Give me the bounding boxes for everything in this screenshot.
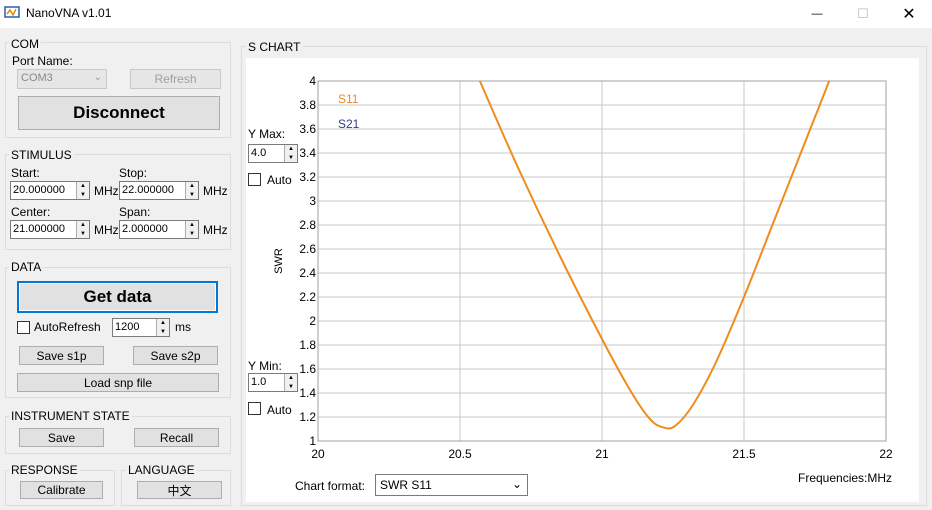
stimulus-group-label: STIMULUS <box>9 148 74 162</box>
minimize-button[interactable]: — <box>794 0 840 28</box>
y-axis-label: SWR <box>273 248 285 274</box>
center-stepper[interactable]: ▲ ▼ <box>76 221 89 238</box>
spin-up-icon: ▲ <box>189 183 195 190</box>
window-title: NanoVNA v1.01 <box>26 6 112 20</box>
y-tick-label: 2.4 <box>299 266 316 280</box>
language-button[interactable]: 中文 <box>137 481 222 499</box>
spin-up-icon: ▲ <box>80 183 86 190</box>
span-value: 2.000000 <box>122 223 168 235</box>
spin-up-icon: ▲ <box>80 222 86 229</box>
recall-state-button[interactable]: Recall <box>134 428 219 447</box>
load-snp-button[interactable]: Load snp file <box>17 373 219 392</box>
maximize-icon: ☐ <box>857 6 869 21</box>
spin-down-icon: ▼ <box>189 191 195 198</box>
start-field[interactable]: 20.000000 ▲ ▼ <box>10 181 90 200</box>
span-unit: MHz <box>203 223 228 237</box>
minimize-icon: — <box>811 8 823 20</box>
spin-down-icon: ▼ <box>80 191 86 198</box>
spin-down-icon: ▼ <box>160 328 166 335</box>
x-tick-label: 20 <box>311 447 325 461</box>
close-icon: ✕ <box>902 6 916 23</box>
center-value: 21.000000 <box>13 223 65 235</box>
port-select-value: COM3 <box>21 72 53 84</box>
stop-stepper[interactable]: ▲ ▼ <box>185 182 198 199</box>
y-tick-label: 2 <box>309 314 316 328</box>
y-tick-label: 1.8 <box>299 338 316 352</box>
stop-value: 22.000000 <box>122 184 174 196</box>
refresh-button[interactable]: Refresh <box>130 69 221 89</box>
spin-down-icon: ▼ <box>80 230 86 237</box>
close-button[interactable]: ✕ <box>886 0 932 28</box>
save-s1p-button[interactable]: Save s1p <box>19 346 104 365</box>
y-tick-label: 3.2 <box>299 170 316 184</box>
span-label: Span: <box>119 205 151 219</box>
spin-up-icon: ▲ <box>160 320 166 327</box>
response-group-label: RESPONSE <box>9 463 80 477</box>
start-value: 20.000000 <box>13 184 65 196</box>
port-name-label: Port Name: <box>12 54 73 68</box>
x-tick-label: 21 <box>595 447 609 461</box>
chart-format-value: SWR S11 <box>380 478 432 492</box>
chart-format-label: Chart format: <box>295 479 366 493</box>
y-tick-label: 1.2 <box>299 410 316 424</box>
start-unit: MHz <box>94 184 119 198</box>
y-tick-label: 2.2 <box>299 290 316 304</box>
schart-group-label: S CHART <box>246 40 303 54</box>
port-select[interactable]: COM3 ⌄ <box>17 69 107 89</box>
span-field[interactable]: 2.000000 ▲ ▼ <box>119 220 199 239</box>
center-unit: MHz <box>94 223 119 237</box>
x-tick-label: 20.5 <box>448 447 472 461</box>
chevron-down-icon: ⌄ <box>511 477 522 491</box>
title-bar <box>0 0 932 28</box>
calibrate-button[interactable]: Calibrate <box>20 481 103 499</box>
spin-down-icon: ▼ <box>189 230 195 237</box>
legend-s11: S11 <box>338 92 359 106</box>
s11-series-line <box>478 80 831 430</box>
x-tick-label: 22 <box>879 447 893 461</box>
stop-unit: MHz <box>203 184 228 198</box>
maximize-button[interactable]: ☐ <box>840 0 886 28</box>
spin-up-icon: ▲ <box>189 222 195 229</box>
y-tick-label: 3 <box>309 194 316 208</box>
y-tick-label: 2.6 <box>299 242 316 256</box>
interval-value: 1200 <box>115 321 140 333</box>
language-group-label: LANGUAGE <box>126 463 197 477</box>
center-label: Center: <box>11 205 51 219</box>
x-tick-label: 21.5 <box>732 447 756 461</box>
data-group-label: DATA <box>9 260 44 274</box>
y-tick-label: 4 <box>309 74 316 88</box>
y-tick-label: 3.8 <box>299 98 316 112</box>
start-stepper[interactable]: ▲ ▼ <box>76 182 89 199</box>
chevron-down-icon: ⌄ <box>93 72 102 83</box>
chart-format-select[interactable]: SWR S11 ⌄ <box>375 474 528 496</box>
y-tick-label: 1.4 <box>299 386 316 400</box>
autorefresh-checkbox[interactable] <box>17 321 30 334</box>
app-icon <box>4 6 20 18</box>
y-tick-label: 3.6 <box>299 122 316 136</box>
save-s2p-button[interactable]: Save s2p <box>133 346 218 365</box>
span-stepper[interactable]: ▲ ▼ <box>185 221 198 238</box>
autorefresh-label: AutoRefresh <box>34 320 101 334</box>
save-state-button[interactable]: Save <box>19 428 104 447</box>
stop-field[interactable]: 22.000000 ▲ ▼ <box>119 181 199 200</box>
y-tick-label: 1.6 <box>299 362 316 376</box>
interval-stepper[interactable]: ▲ ▼ <box>156 319 169 336</box>
y-tick-label: 1 <box>309 434 316 448</box>
stop-label: Stop: <box>119 166 148 180</box>
interval-field[interactable]: 1200 ▲ ▼ <box>112 318 170 337</box>
legend-s21: S21 <box>338 117 360 131</box>
frequencies-label: Frequencies:MHz <box>798 471 893 485</box>
swr-chart: 1 1.2 1.4 1.6 1.8 2 2.2 2.4 2.6 2.8 3 3.2 3.4 3.6 3.8 4… <box>273 74 893 461</box>
y-tick-label: 3.4 <box>299 146 316 160</box>
instrument-group-label: INSTRUMENT STATE <box>9 409 132 423</box>
disconnect-button[interactable]: Disconnect <box>18 96 220 130</box>
com-group-label: COM <box>9 37 41 51</box>
y-tick-label: 2.8 <box>299 218 316 232</box>
start-label: Start: <box>11 166 40 180</box>
get-data-button[interactable]: Get data <box>17 281 218 313</box>
center-field[interactable]: 21.000000 ▲ ▼ <box>10 220 90 239</box>
interval-unit: ms <box>175 320 191 334</box>
